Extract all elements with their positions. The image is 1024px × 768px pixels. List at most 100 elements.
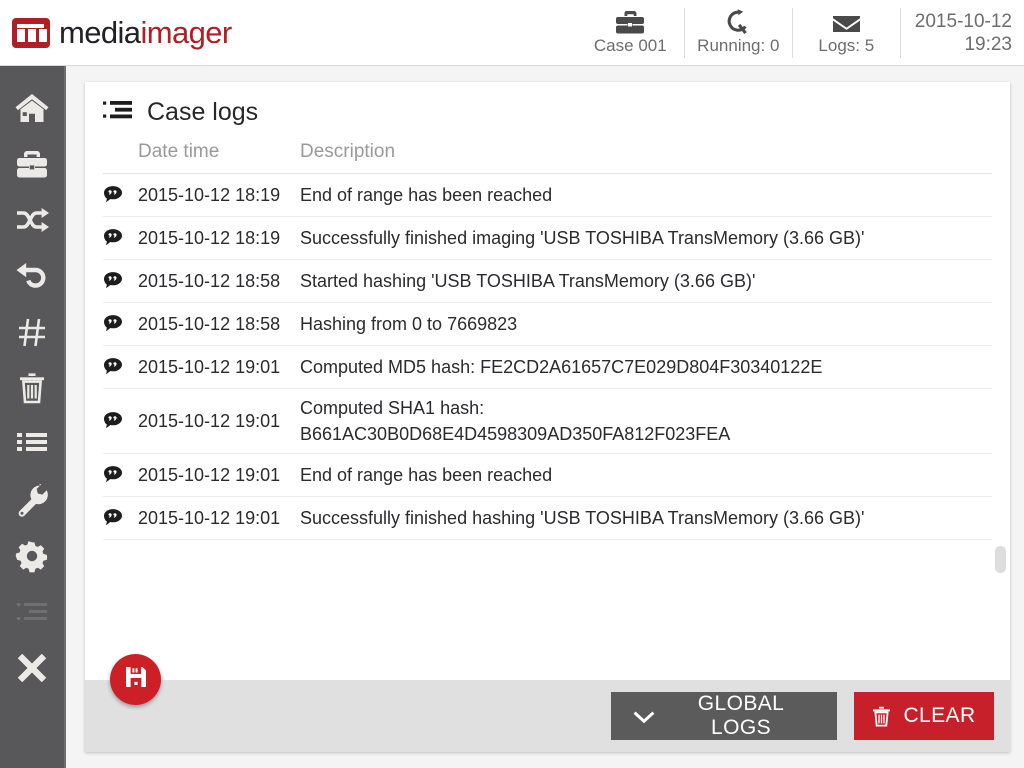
brand-logo[interactable]: mediaimager bbox=[0, 15, 232, 51]
global-logs-button[interactable]: GLOBAL LOGS bbox=[611, 692, 837, 740]
comment-quote-icon bbox=[103, 357, 129, 377]
cell-datetime: 2015-10-12 18:19 bbox=[103, 228, 300, 249]
close-x-icon bbox=[15, 651, 49, 685]
table-header-row: Date time Description bbox=[103, 133, 992, 174]
envelope-icon bbox=[832, 9, 861, 35]
status-running-label: Running: 0 bbox=[697, 36, 780, 55]
sidebar-item-wipe[interactable] bbox=[0, 360, 65, 416]
cell-datetime: 2015-10-12 18:58 bbox=[103, 314, 300, 335]
gear-icon bbox=[14, 538, 50, 574]
clock-time: 19:23 bbox=[964, 33, 1012, 55]
cell-datetime: 2015-10-12 18:58 bbox=[103, 271, 300, 292]
brand-text-imager: imager bbox=[140, 14, 232, 50]
row-description: Computed MD5 hash: FE2CD2A61657C7E029D80… bbox=[300, 357, 823, 377]
panel-footer: GLOBAL LOGS CLEAR bbox=[85, 654, 1010, 752]
logo-bar bbox=[17, 23, 44, 28]
log-table-body[interactable]: 2015-10-12 18:19 End of range has been re… bbox=[85, 174, 1010, 680]
trash-icon bbox=[872, 706, 891, 727]
sidebar-item-tools[interactable] bbox=[0, 472, 65, 528]
content-area: Case logs Date time Description 2015-10-… bbox=[68, 66, 1024, 768]
row-datetime: 2015-10-12 18:19 bbox=[138, 227, 281, 248]
vertical-scrollbar-thumb[interactable] bbox=[995, 546, 1006, 573]
briefcase-icon bbox=[14, 148, 50, 180]
table-row[interactable]: 2015-10-12 19:01 End of range has been re… bbox=[103, 454, 992, 497]
case-logs-panel: Case logs Date time Description 2015-10-… bbox=[85, 82, 1010, 752]
log-rows-container: 2015-10-12 18:19 End of range has been re… bbox=[85, 174, 1010, 540]
table-row[interactable]: 2015-10-12 18:19 Successfully finished im… bbox=[103, 217, 992, 260]
cell-datetime: 2015-10-12 19:01 bbox=[103, 465, 300, 486]
brand-text-media: media bbox=[59, 14, 141, 50]
table-row[interactable]: 2015-10-12 18:19 End of range has been re… bbox=[103, 174, 992, 217]
status-case[interactable]: Case 001 bbox=[577, 7, 685, 58]
list-icon bbox=[15, 430, 49, 458]
sidebar-item-restore[interactable] bbox=[0, 248, 65, 304]
table-row[interactable]: 2015-10-12 19:01 Computed MD5 hash: FE2CD… bbox=[103, 346, 992, 389]
row-description: Hashing from 0 to 7669823 bbox=[300, 314, 518, 334]
save-logs-fab-button[interactable] bbox=[110, 654, 161, 705]
table-row[interactable]: 2015-10-12 18:58 Started hashing 'USB TOS… bbox=[103, 260, 992, 303]
header-status-group: Case 001 Running: 0 Logs: 5 2015-10-12 1… bbox=[577, 0, 1024, 66]
row-datetime: 2015-10-12 19:01 bbox=[138, 464, 281, 485]
clear-label: CLEAR bbox=[903, 704, 976, 727]
chevron-down-icon bbox=[633, 709, 655, 724]
sidebar-item-exit[interactable] bbox=[0, 640, 65, 696]
sidebar-item-settings[interactable] bbox=[0, 528, 65, 584]
table-row[interactable]: 2015-10-12 19:01 Computed SHA1 hash: B661… bbox=[103, 389, 992, 454]
row-datetime: 2015-10-12 19:01 bbox=[138, 507, 281, 528]
row-datetime: 2015-10-12 18:58 bbox=[138, 270, 281, 291]
refresh-rotate-icon bbox=[725, 9, 751, 35]
panel-header: Case logs bbox=[85, 82, 1010, 133]
wrench-icon bbox=[15, 483, 49, 517]
shuffle-icon bbox=[14, 206, 50, 234]
cell-datetime: 2015-10-12 19:01 bbox=[103, 357, 300, 378]
global-logs-label: GLOBAL LOGS bbox=[697, 692, 785, 739]
sidebar-item-devices[interactable] bbox=[0, 416, 65, 472]
row-datetime: 2015-10-12 18:19 bbox=[138, 184, 281, 205]
row-description: Successfully finished hashing 'USB TOSHI… bbox=[300, 508, 865, 528]
cell-datetime: 2015-10-12 18:19 bbox=[103, 185, 300, 206]
application-window: mediaimager Case 001 Running: 0 Logs: 5 … bbox=[0, 0, 1024, 768]
status-logs[interactable]: Logs: 5 bbox=[793, 7, 901, 58]
undo-icon bbox=[14, 260, 50, 292]
column-header-datetime: Date time bbox=[138, 141, 220, 162]
row-description: End of range has been reached bbox=[300, 185, 553, 205]
cell-datetime: 2015-10-12 19:01 bbox=[103, 508, 300, 529]
comment-quote-icon bbox=[103, 465, 129, 485]
clock-date: 2015-10-12 bbox=[914, 10, 1012, 32]
status-running[interactable]: Running: 0 bbox=[685, 7, 793, 58]
header-clock: 2015-10-12 19:23 bbox=[901, 0, 1016, 66]
column-header-description: Description bbox=[300, 141, 396, 162]
row-description: Started hashing 'USB TOSHIBA TransMemory… bbox=[300, 271, 756, 291]
page-title: Case logs bbox=[147, 98, 259, 126]
status-logs-label: Logs: 5 bbox=[818, 36, 875, 55]
cell-datetime: 2015-10-12 19:01 bbox=[103, 411, 300, 432]
sidebar-item-cases[interactable] bbox=[0, 136, 65, 192]
save-floppy-icon bbox=[124, 665, 148, 694]
comment-quote-icon bbox=[103, 411, 129, 431]
comment-quote-icon bbox=[103, 185, 129, 205]
sidebar-item-home[interactable] bbox=[0, 80, 65, 136]
brand-wordmark: mediaimager bbox=[59, 15, 232, 51]
mediaimager-logo-icon bbox=[12, 17, 50, 48]
row-datetime: 2015-10-12 18:58 bbox=[138, 313, 281, 334]
case-logs-icon bbox=[15, 599, 49, 625]
top-header: mediaimager Case 001 Running: 0 Logs: 5 … bbox=[0, 0, 1024, 66]
clear-logs-button[interactable]: CLEAR bbox=[854, 692, 994, 740]
row-description: End of range has been reached bbox=[300, 465, 553, 485]
row-description: Successfully finished imaging 'USB TOSHI… bbox=[300, 228, 865, 248]
comment-quote-icon bbox=[103, 271, 129, 291]
home-icon bbox=[14, 92, 50, 124]
row-description: Computed SHA1 hash: B661AC30B0D68E4D4598… bbox=[300, 398, 731, 444]
comment-quote-icon bbox=[103, 508, 129, 528]
table-row[interactable]: 2015-10-12 18:58 Hashing from 0 to 766982… bbox=[103, 303, 992, 346]
sidebar-item-logs[interactable] bbox=[0, 584, 65, 640]
sidebar-item-hashing[interactable] bbox=[0, 304, 65, 360]
briefcase-icon bbox=[615, 9, 645, 35]
hash-icon bbox=[15, 315, 49, 349]
comment-quote-icon bbox=[103, 314, 129, 334]
row-datetime: 2015-10-12 19:01 bbox=[138, 410, 281, 431]
table-row[interactable]: 2015-10-12 19:01 Successfully finished ha… bbox=[103, 497, 992, 540]
row-datetime: 2015-10-12 19:01 bbox=[138, 356, 281, 377]
sidebar-navigation bbox=[0, 66, 66, 768]
sidebar-item-imaging[interactable] bbox=[0, 192, 65, 248]
